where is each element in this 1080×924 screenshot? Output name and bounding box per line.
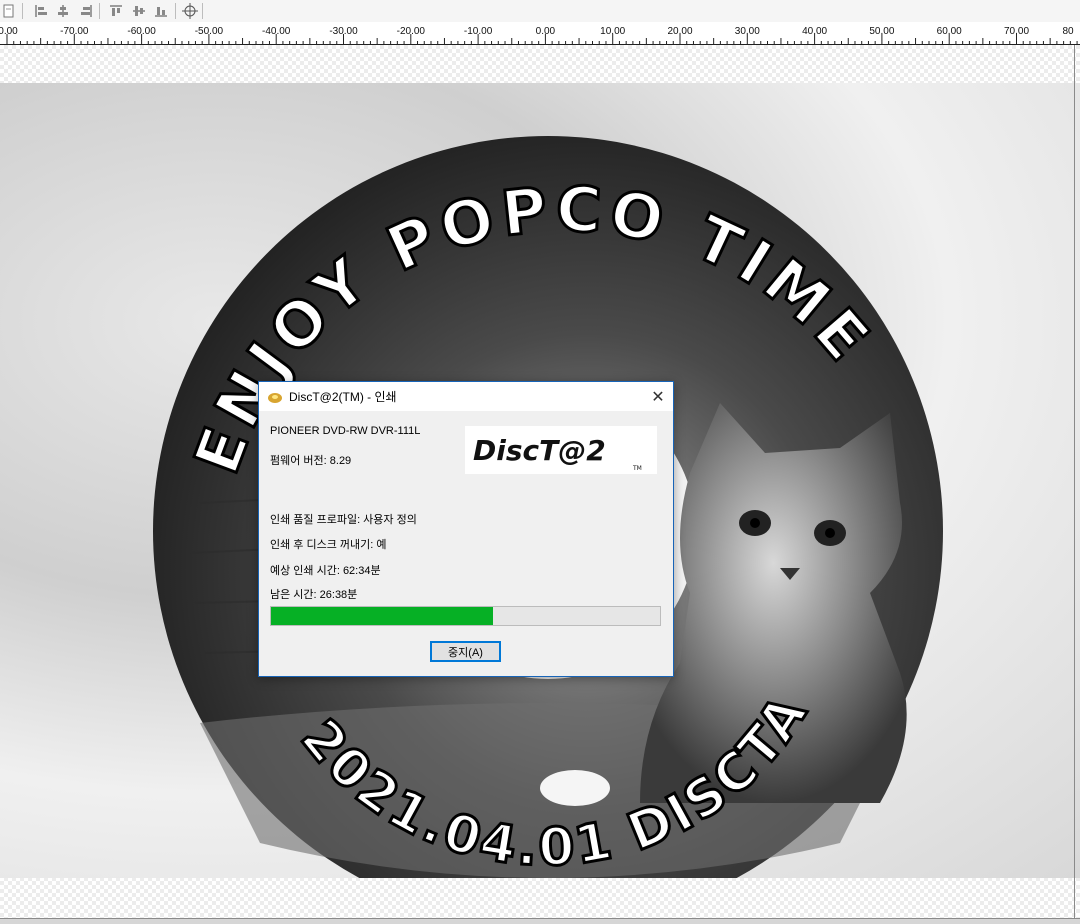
horizontal-scrollbar[interactable] [0,918,1080,924]
toolbar [0,0,1080,23]
ruler-label: -30.00 [329,26,358,37]
ruler-label: 70.00 [1003,26,1030,37]
dialog-title: DiscT@2(TM) - 인쇄 [289,390,397,404]
firmware-version: 펌웨어 버전: 8.29 [270,455,352,467]
center-object-icon[interactable] [181,2,199,20]
remaining-time: 남은 시간: 26:38분 [270,589,358,601]
ruler-label: 50.00 [869,26,895,37]
ruler-label: 0.00 [535,26,556,37]
align-middle-icon[interactable] [130,2,148,20]
dialog-titlebar[interactable]: DiscT@2(TM) - 인쇄 ✕ [259,382,673,411]
estimated-print-time: 예상 인쇄 시간: 62:34분 [270,565,381,577]
disc-app-icon [268,392,282,403]
ruler-label: -60.00 [127,26,156,37]
ruler-label: 40.00 [802,26,828,37]
eject-after-print: 인쇄 후 디스크 꺼내기: 예 [270,539,387,551]
close-icon[interactable]: ✕ [643,382,673,411]
ruler-label: 20.00 [667,26,693,37]
align-top-icon[interactable] [107,2,125,20]
ruler-label: -40.00 [262,26,291,37]
ruler-label: 0.00 [0,26,18,37]
align-bottom-icon[interactable] [152,2,170,20]
print-progress-bar [270,606,661,626]
device-name: PIONEER DVD-RW DVR-111L [270,425,421,437]
print-progress-fill [271,607,493,625]
ruler-label: -20.00 [396,26,425,37]
ruler-label: -50.00 [194,26,224,37]
stop-button[interactable]: 중지(A) [430,641,501,662]
ruler-label: -70.00 [60,26,89,37]
align-center-horizontal-icon[interactable] [54,2,72,20]
ruler-label: 10.00 [600,26,626,37]
logo-text: DiscT@2 [473,434,606,467]
canvas-right-border [1074,45,1075,923]
disct2-logo: DiscT@2 TM [465,426,657,474]
ruler-label: 80 [1062,26,1074,37]
ruler-label: 60.00 [936,26,962,37]
horizontal-ruler: 0.00 -70.00 -60.00 -50.00 -40.00 -30.00 -20.00… [0,22,1080,45]
page-setup-icon[interactable] [0,2,18,20]
print-dialog: DiscT@2(TM) - 인쇄 ✕ PIONEER DVD-RW DVR-11… [258,381,674,677]
align-right-icon[interactable] [77,2,95,20]
logo-tm: TM [632,465,642,472]
ruler-label: -10.00 [463,26,493,37]
print-profile: 인쇄 품질 프로파일: 사용자 정의 [270,514,417,526]
align-left-icon[interactable] [32,2,50,20]
ruler-label: 30.00 [734,26,760,37]
